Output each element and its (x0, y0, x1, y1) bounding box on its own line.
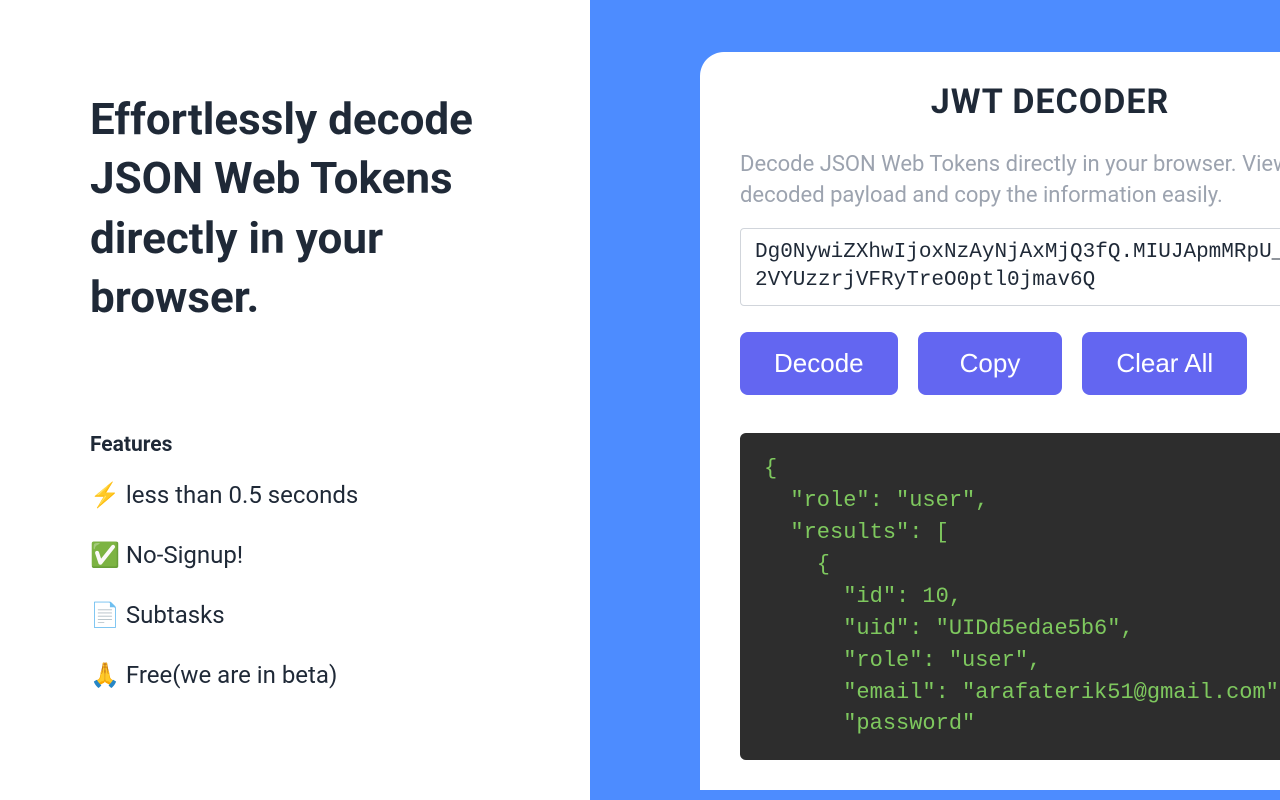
feature-text: less than 0.5 seconds (126, 481, 358, 509)
decoder-subtitle: Decode JSON Web Tokens directly in your … (740, 150, 1280, 212)
features-label: Features (90, 433, 500, 457)
decoder-card: JWT DECODER Decode JSON Web Tokens direc… (700, 52, 1280, 790)
decode-button[interactable]: Decode (740, 332, 898, 395)
copy-button[interactable]: Copy (918, 332, 1063, 395)
checkmark-icon: ✅ (90, 541, 120, 569)
decoded-output: { "role": "user", "results": [ { "id": 1… (740, 433, 1280, 760)
left-panel: Effortlessly decode JSON Web Tokens dire… (0, 0, 590, 800)
right-panel: JWT DECODER Decode JSON Web Tokens direc… (590, 0, 1280, 800)
feature-item: 📄 Subtasks (90, 601, 500, 629)
feature-text: Subtasks (126, 601, 225, 629)
feature-item: ⚡ less than 0.5 seconds (90, 481, 500, 509)
feature-item: 🙏 Free(we are in beta) (90, 661, 500, 689)
feature-text: Free(we are in beta) (126, 661, 337, 689)
feature-text: No-Signup! (126, 541, 243, 569)
jwt-token-input[interactable]: Dg0NywiZXhwIjoxNzAyNjAxMjQ3fQ.MIUJApmMRp… (740, 228, 1280, 307)
clear-all-button[interactable]: Clear All (1082, 332, 1247, 395)
document-icon: 📄 (90, 601, 120, 629)
button-row: Decode Copy Clear All (740, 332, 1280, 395)
feature-item: ✅ No-Signup! (90, 541, 500, 569)
pray-icon: 🙏 (90, 661, 120, 689)
main-heading: Effortlessly decode JSON Web Tokens dire… (90, 90, 500, 328)
lightning-icon: ⚡ (90, 481, 120, 509)
decoder-title: JWT DECODER (740, 82, 1280, 122)
